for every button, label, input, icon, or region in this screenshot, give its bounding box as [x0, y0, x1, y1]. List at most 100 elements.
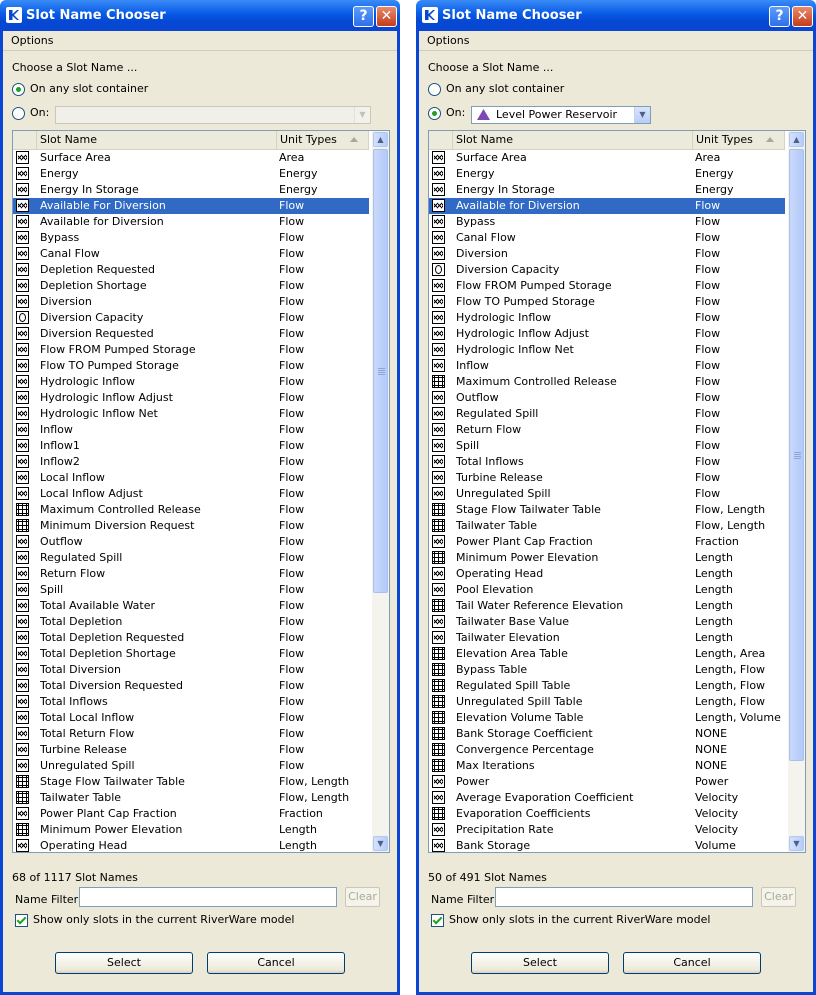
table-row[interactable]: Evaporation Coefficients Velocity — [429, 806, 785, 822]
column-header-unit-types[interactable]: Unit Types — [277, 131, 369, 149]
table-row[interactable]: Energy Energy — [429, 166, 785, 182]
table-row[interactable]: Regulated Spill Table Length, Flow — [429, 678, 785, 694]
table-row[interactable]: Power Power — [429, 774, 785, 790]
table-row[interactable]: Tailwater Base Value Length — [429, 614, 785, 630]
table-row[interactable]: Return Flow Flow — [13, 566, 369, 582]
table-row[interactable]: Power Plant Cap Fraction Fraction — [429, 534, 785, 550]
help-button[interactable]: ? — [769, 6, 790, 27]
table-row[interactable]: Hydrologic Inflow Net Flow — [429, 342, 785, 358]
table-row[interactable]: Tail Water Reference Elevation Length — [429, 598, 785, 614]
radio-button[interactable] — [12, 82, 25, 96]
table-row[interactable]: Inflow Flow — [13, 422, 369, 438]
table-row[interactable]: Hydrologic Inflow Adjust Flow — [429, 326, 785, 342]
vertical-scrollbar[interactable]: ▲ ▼ — [372, 131, 389, 852]
vertical-scrollbar[interactable]: ▲ ▼ — [788, 131, 805, 852]
icon-column-header[interactable] — [429, 131, 453, 149]
table-row[interactable]: Precipitation Rate Velocity — [429, 822, 785, 838]
slot-container-dropdown[interactable]: ▼ — [55, 106, 371, 124]
table-row[interactable]: Canal Flow Flow — [429, 230, 785, 246]
table-row[interactable]: Hydrologic Inflow Flow — [429, 310, 785, 326]
table-row[interactable]: Local Inflow Adjust Flow — [13, 486, 369, 502]
clear-button[interactable]: Clear — [761, 887, 796, 907]
name-filter-input[interactable] — [495, 887, 753, 907]
table-row[interactable]: Tailwater Table Flow, Length — [429, 518, 785, 534]
table-row[interactable]: Inflow1 Flow — [13, 438, 369, 454]
table-row[interactable]: Canal Flow Flow — [13, 246, 369, 262]
table-row[interactable]: Depletion Shortage Flow — [13, 278, 369, 294]
table-row[interactable]: Hydrologic Inflow Adjust Flow — [13, 390, 369, 406]
table-row[interactable]: Diversion Capacity Flow — [13, 310, 369, 326]
help-button[interactable]: ? — [353, 6, 374, 27]
table-row[interactable]: Total Diversion Requested Flow — [13, 678, 369, 694]
table-row[interactable]: Maximum Controlled Release Flow — [13, 502, 369, 518]
table-row[interactable]: Diversion Requested Flow — [13, 326, 369, 342]
menu-options[interactable]: Options — [427, 34, 469, 47]
column-header-slot-name[interactable]: Slot Name — [453, 131, 693, 149]
icon-column-header[interactable] — [13, 131, 37, 149]
close-button[interactable]: ✕ — [792, 6, 813, 27]
radio-button[interactable] — [428, 82, 441, 96]
column-header-unit-types[interactable]: Unit Types — [693, 131, 785, 149]
radio-any-container[interactable]: On any slot container — [12, 80, 148, 98]
table-row[interactable]: Available For Diversion Flow — [13, 198, 369, 214]
table-row[interactable]: Turbine Release Flow — [429, 470, 785, 486]
table-row[interactable]: Local Inflow Flow — [13, 470, 369, 486]
slot-container-dropdown[interactable]: Level Power Reservoir ▼ — [471, 106, 651, 124]
radio-on-container[interactable]: On: ▼ — [12, 104, 388, 124]
table-row[interactable]: Turbine Release Flow — [13, 742, 369, 758]
table-row[interactable]: Minimum Power Elevation Length — [429, 550, 785, 566]
scroll-up-button[interactable]: ▲ — [373, 132, 388, 147]
table-row[interactable]: Unregulated Spill Flow — [13, 758, 369, 774]
table-row[interactable]: Tailwater Elevation Length — [429, 630, 785, 646]
radio-button[interactable] — [12, 106, 25, 120]
table-row[interactable]: Unregulated Spill Table Length, Flow — [429, 694, 785, 710]
radio-button[interactable] — [428, 106, 441, 120]
table-row[interactable]: Unregulated Spill Flow — [429, 486, 785, 502]
column-header-slot-name[interactable]: Slot Name — [37, 131, 277, 149]
table-row[interactable]: Spill Flow — [429, 438, 785, 454]
clear-button[interactable]: Clear — [345, 887, 380, 907]
show-current-model-option[interactable]: Show only slots in the current RiverWare… — [431, 911, 710, 929]
table-row[interactable]: Energy In Storage Energy — [429, 182, 785, 198]
table-row[interactable]: Inflow2 Flow — [13, 454, 369, 470]
table-row[interactable]: Bypass Flow — [429, 214, 785, 230]
table-row[interactable]: Diversion Flow — [13, 294, 369, 310]
table-row[interactable]: Elevation Area Table Length, Area — [429, 646, 785, 662]
cancel-button[interactable]: Cancel — [623, 952, 761, 974]
table-row[interactable]: Regulated Spill Flow — [13, 550, 369, 566]
chevron-down-icon[interactable]: ▼ — [634, 107, 650, 123]
table-row[interactable]: Stage Flow Tailwater Table Flow, Length — [429, 502, 785, 518]
show-current-model-option[interactable]: Show only slots in the current RiverWare… — [15, 911, 294, 929]
table-row[interactable]: Flow FROM Pumped Storage Flow — [429, 278, 785, 294]
scroll-down-button[interactable]: ▼ — [789, 836, 804, 851]
table-row[interactable]: Convergence Percentage NONE — [429, 742, 785, 758]
table-row[interactable]: Average Evaporation Coefficient Velocity — [429, 790, 785, 806]
checkbox[interactable] — [15, 913, 28, 927]
title-bar[interactable]: Slot Name Chooser ? ✕ — [0, 0, 400, 31]
table-row[interactable]: Inflow Flow — [429, 358, 785, 374]
table-row[interactable]: Bypass Table Length, Flow — [429, 662, 785, 678]
table-row[interactable]: Flow FROM Pumped Storage Flow — [13, 342, 369, 358]
table-row[interactable]: Total Depletion Shortage Flow — [13, 646, 369, 662]
radio-on-container[interactable]: On: Level Power Reservoir ▼ — [428, 104, 804, 124]
table-row[interactable]: Stage Flow Tailwater Table Flow, Length — [13, 774, 369, 790]
radio-any-container[interactable]: On any slot container — [428, 80, 564, 98]
select-button[interactable]: Select — [55, 952, 193, 974]
table-row[interactable]: Tailwater Table Flow, Length — [13, 790, 369, 806]
table-row[interactable]: Available for Diversion Flow — [429, 198, 785, 214]
table-row[interactable]: Max Iterations NONE — [429, 758, 785, 774]
table-row[interactable]: Total Return Flow Flow — [13, 726, 369, 742]
scroll-thumb[interactable] — [373, 149, 388, 593]
close-button[interactable]: ✕ — [376, 6, 397, 27]
table-row[interactable]: Outflow Flow — [429, 390, 785, 406]
title-bar[interactable]: Slot Name Chooser ? ✕ — [416, 0, 816, 31]
table-row[interactable]: Surface Area Area — [13, 150, 369, 166]
table-row[interactable]: Bank Storage Volume — [429, 838, 785, 852]
table-row[interactable]: Bypass Flow — [13, 230, 369, 246]
table-row[interactable]: Minimum Power Elevation Length — [13, 822, 369, 838]
menu-options[interactable]: Options — [11, 34, 53, 47]
table-row[interactable]: Spill Flow — [13, 582, 369, 598]
table-row[interactable]: Outflow Flow — [13, 534, 369, 550]
table-row[interactable]: Energy In Storage Energy — [13, 182, 369, 198]
table-row[interactable]: Operating Head Length — [13, 838, 369, 852]
